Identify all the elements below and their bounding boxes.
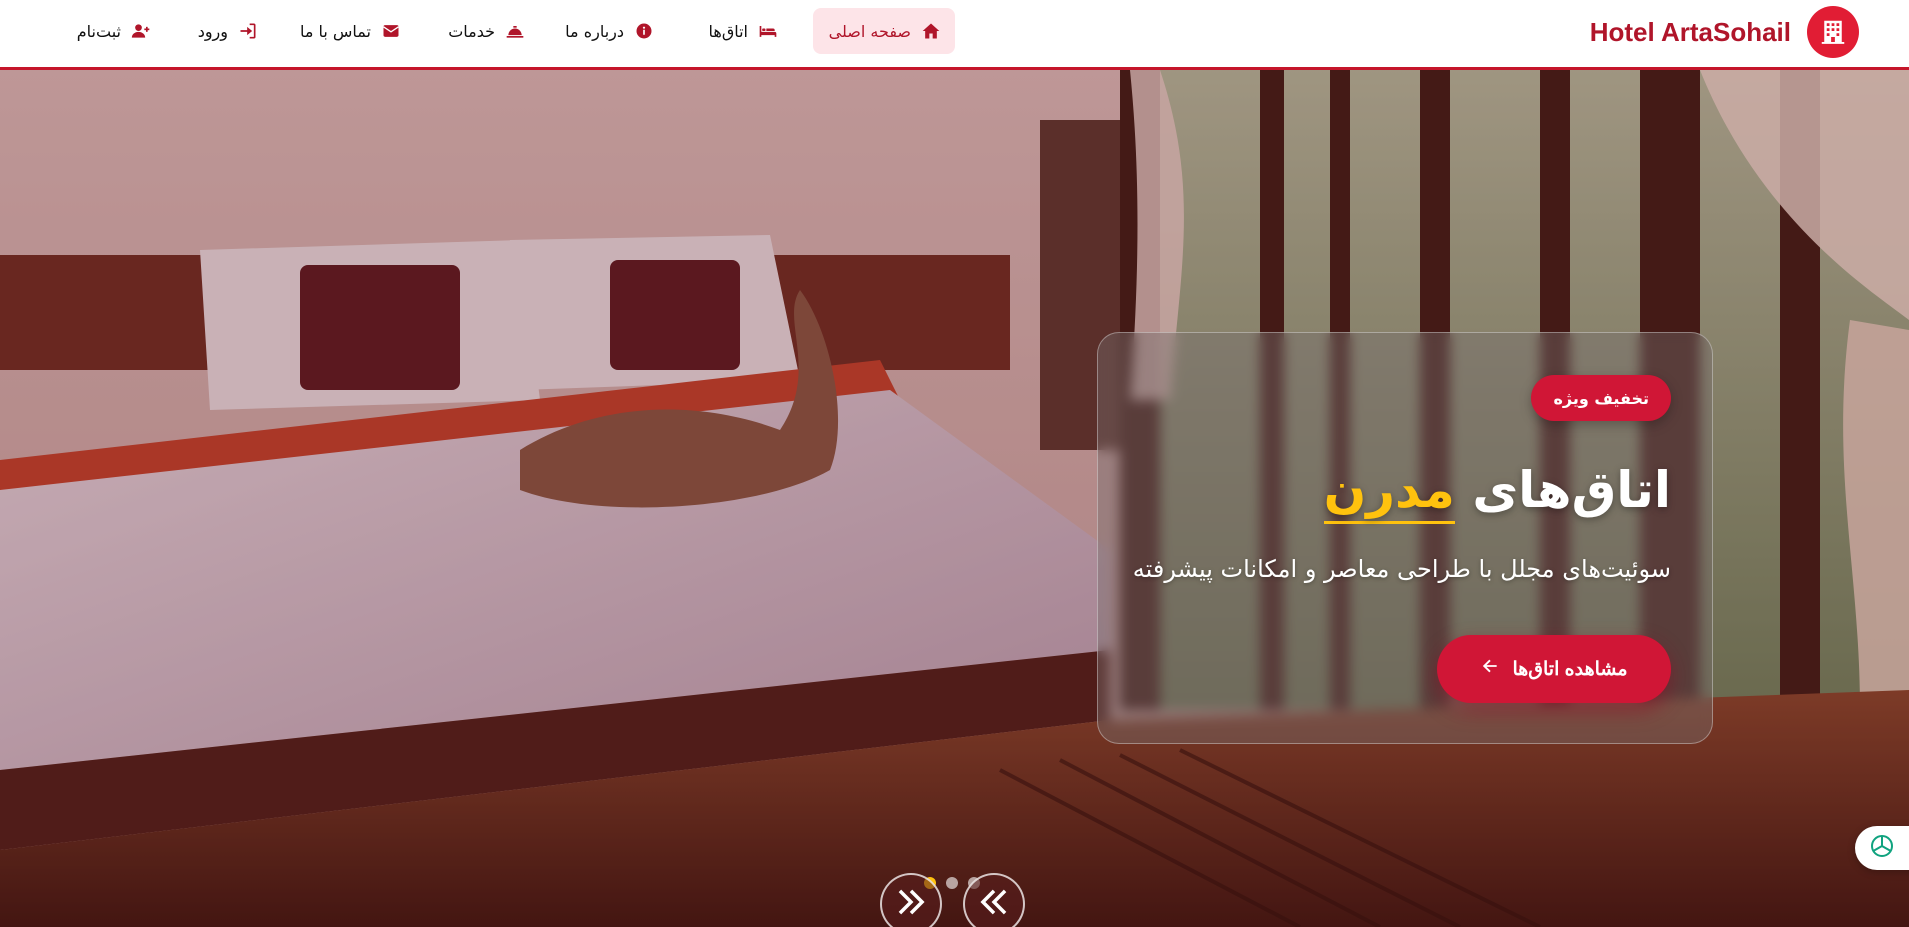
slider-prev-button[interactable] bbox=[963, 873, 1025, 927]
sign-in-icon bbox=[238, 21, 258, 41]
nav-label: ثبت‌نام bbox=[76, 21, 121, 41]
nav-contact[interactable]: تماس با ما bbox=[293, 8, 415, 54]
nav-register[interactable]: ثبت‌نام bbox=[61, 8, 165, 54]
nav-login[interactable]: ورود bbox=[188, 8, 272, 54]
double-chevron-left-icon bbox=[975, 883, 1013, 925]
brand[interactable]: Hotel ArtaSohail bbox=[1590, 6, 1859, 58]
nav-label: درباره ما bbox=[565, 21, 624, 41]
hero-slider: تخفیف ویژه اتاق‌های مدرن سوئیت‌های مجلل … bbox=[0, 70, 1909, 927]
brand-name[interactable]: Hotel ArtaSohail bbox=[1590, 17, 1791, 48]
hero-title: اتاق‌های مدرن bbox=[1323, 461, 1671, 524]
bed-icon bbox=[758, 21, 778, 41]
nav-label: تماس با ما bbox=[299, 21, 371, 41]
user-plus-icon bbox=[131, 21, 151, 41]
hero-title-main: اتاق‌های bbox=[1472, 461, 1671, 519]
chat-widget-button[interactable] bbox=[1855, 826, 1909, 870]
top-navbar: Hotel ArtaSohail صفحه اصلی اتاق‌ها دربار… bbox=[0, 0, 1909, 70]
nav-label: ورود bbox=[197, 21, 228, 41]
nav-label: اتاق‌ها bbox=[708, 21, 749, 41]
cta-label: مشاهده اتاق‌ها bbox=[1512, 658, 1628, 680]
arrow-left-icon bbox=[1480, 656, 1500, 682]
nav-about[interactable]: درباره ما bbox=[562, 8, 668, 54]
concierge-bell-icon bbox=[505, 21, 525, 41]
envelope-icon bbox=[381, 21, 401, 41]
hero-card: تخفیف ویژه اتاق‌های مدرن سوئیت‌های مجلل … bbox=[1097, 332, 1713, 744]
hero-title-highlight: مدرن bbox=[1323, 461, 1455, 524]
discount-badge: تخفیف ویژه bbox=[1531, 375, 1671, 421]
chatgpt-logo-icon bbox=[1867, 831, 1897, 865]
hero-subtitle: سوئیت‌های مجلل با طراحی معاصر و امکانات … bbox=[1132, 555, 1671, 583]
nav-label: خدمات bbox=[448, 21, 495, 41]
hotel-building-icon[interactable] bbox=[1807, 6, 1859, 58]
slider-dot[interactable] bbox=[946, 877, 958, 889]
nav-home[interactable]: صفحه اصلی bbox=[813, 8, 955, 54]
info-circle-icon bbox=[634, 21, 654, 41]
nav-label: صفحه اصلی bbox=[828, 21, 911, 41]
nav-rooms[interactable]: اتاق‌ها bbox=[692, 8, 792, 54]
slider-next-button[interactable] bbox=[880, 873, 942, 927]
nav-services[interactable]: خدمات bbox=[439, 8, 539, 54]
view-rooms-button[interactable]: مشاهده اتاق‌ها bbox=[1437, 635, 1671, 703]
home-icon bbox=[921, 21, 941, 41]
double-chevron-right-icon bbox=[892, 883, 930, 925]
